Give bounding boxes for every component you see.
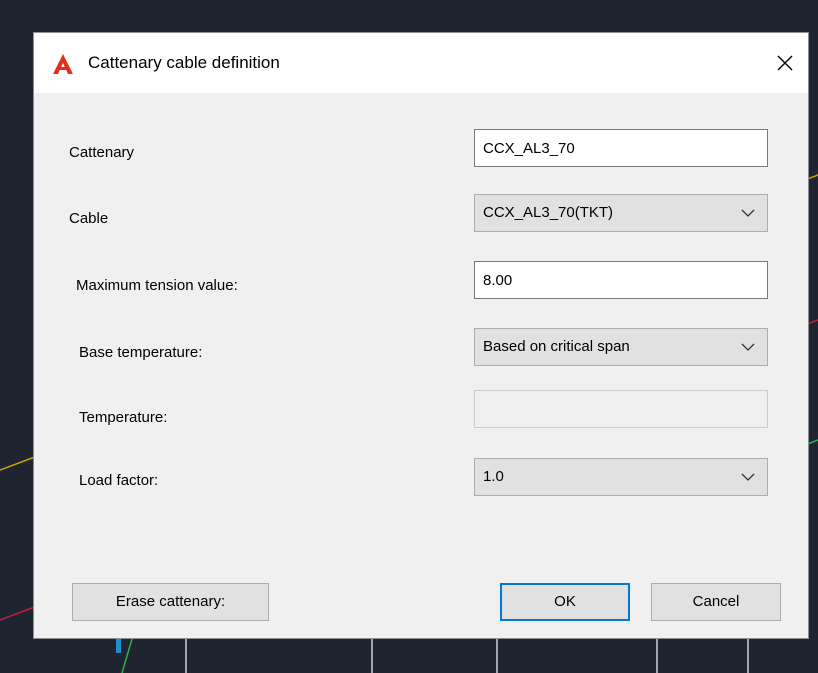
base-temperature-label: Base temperature:: [79, 344, 203, 361]
max-tension-label: Maximum tension value:: [76, 277, 238, 294]
autocad-logo-icon: [53, 54, 73, 74]
dialog-title: Cattenary cable definition: [88, 53, 280, 72]
load-factor-selected-value: 1.0: [483, 468, 504, 485]
temperature-label: Temperature:: [79, 409, 168, 426]
cable-selected-value: CCX_AL3_70(TKT): [483, 204, 614, 221]
title-bar[interactable]: Cattenary cable definition: [34, 33, 808, 93]
load-factor-dropdown[interactable]: 1.0: [474, 458, 768, 496]
ok-button[interactable]: OK: [500, 583, 630, 621]
temperature-input[interactable]: [474, 390, 768, 428]
cancel-button[interactable]: Cancel: [651, 583, 781, 621]
cable-dropdown[interactable]: CCX_AL3_70(TKT): [474, 194, 768, 232]
load-factor-label: Load factor:: [79, 472, 159, 489]
close-icon: [777, 55, 793, 71]
base-temperature-dropdown[interactable]: Based on critical span: [474, 328, 768, 366]
close-button[interactable]: [762, 33, 808, 93]
cable-label: Cable: [69, 210, 109, 227]
base-temperature-selected-value: Based on critical span: [483, 338, 630, 355]
max-tension-input[interactable]: [474, 261, 768, 299]
cattenary-label: Cattenary: [69, 144, 135, 161]
chevron-down-icon: [741, 209, 755, 217]
chevron-down-icon: [741, 473, 755, 481]
cattenary-input[interactable]: [474, 129, 768, 167]
erase-cattenary-button[interactable]: Erase cattenary:: [72, 583, 269, 621]
chevron-down-icon: [741, 343, 755, 351]
cattenary-cable-dialog: Cattenary cable definition Cattenary Cab…: [33, 32, 809, 639]
